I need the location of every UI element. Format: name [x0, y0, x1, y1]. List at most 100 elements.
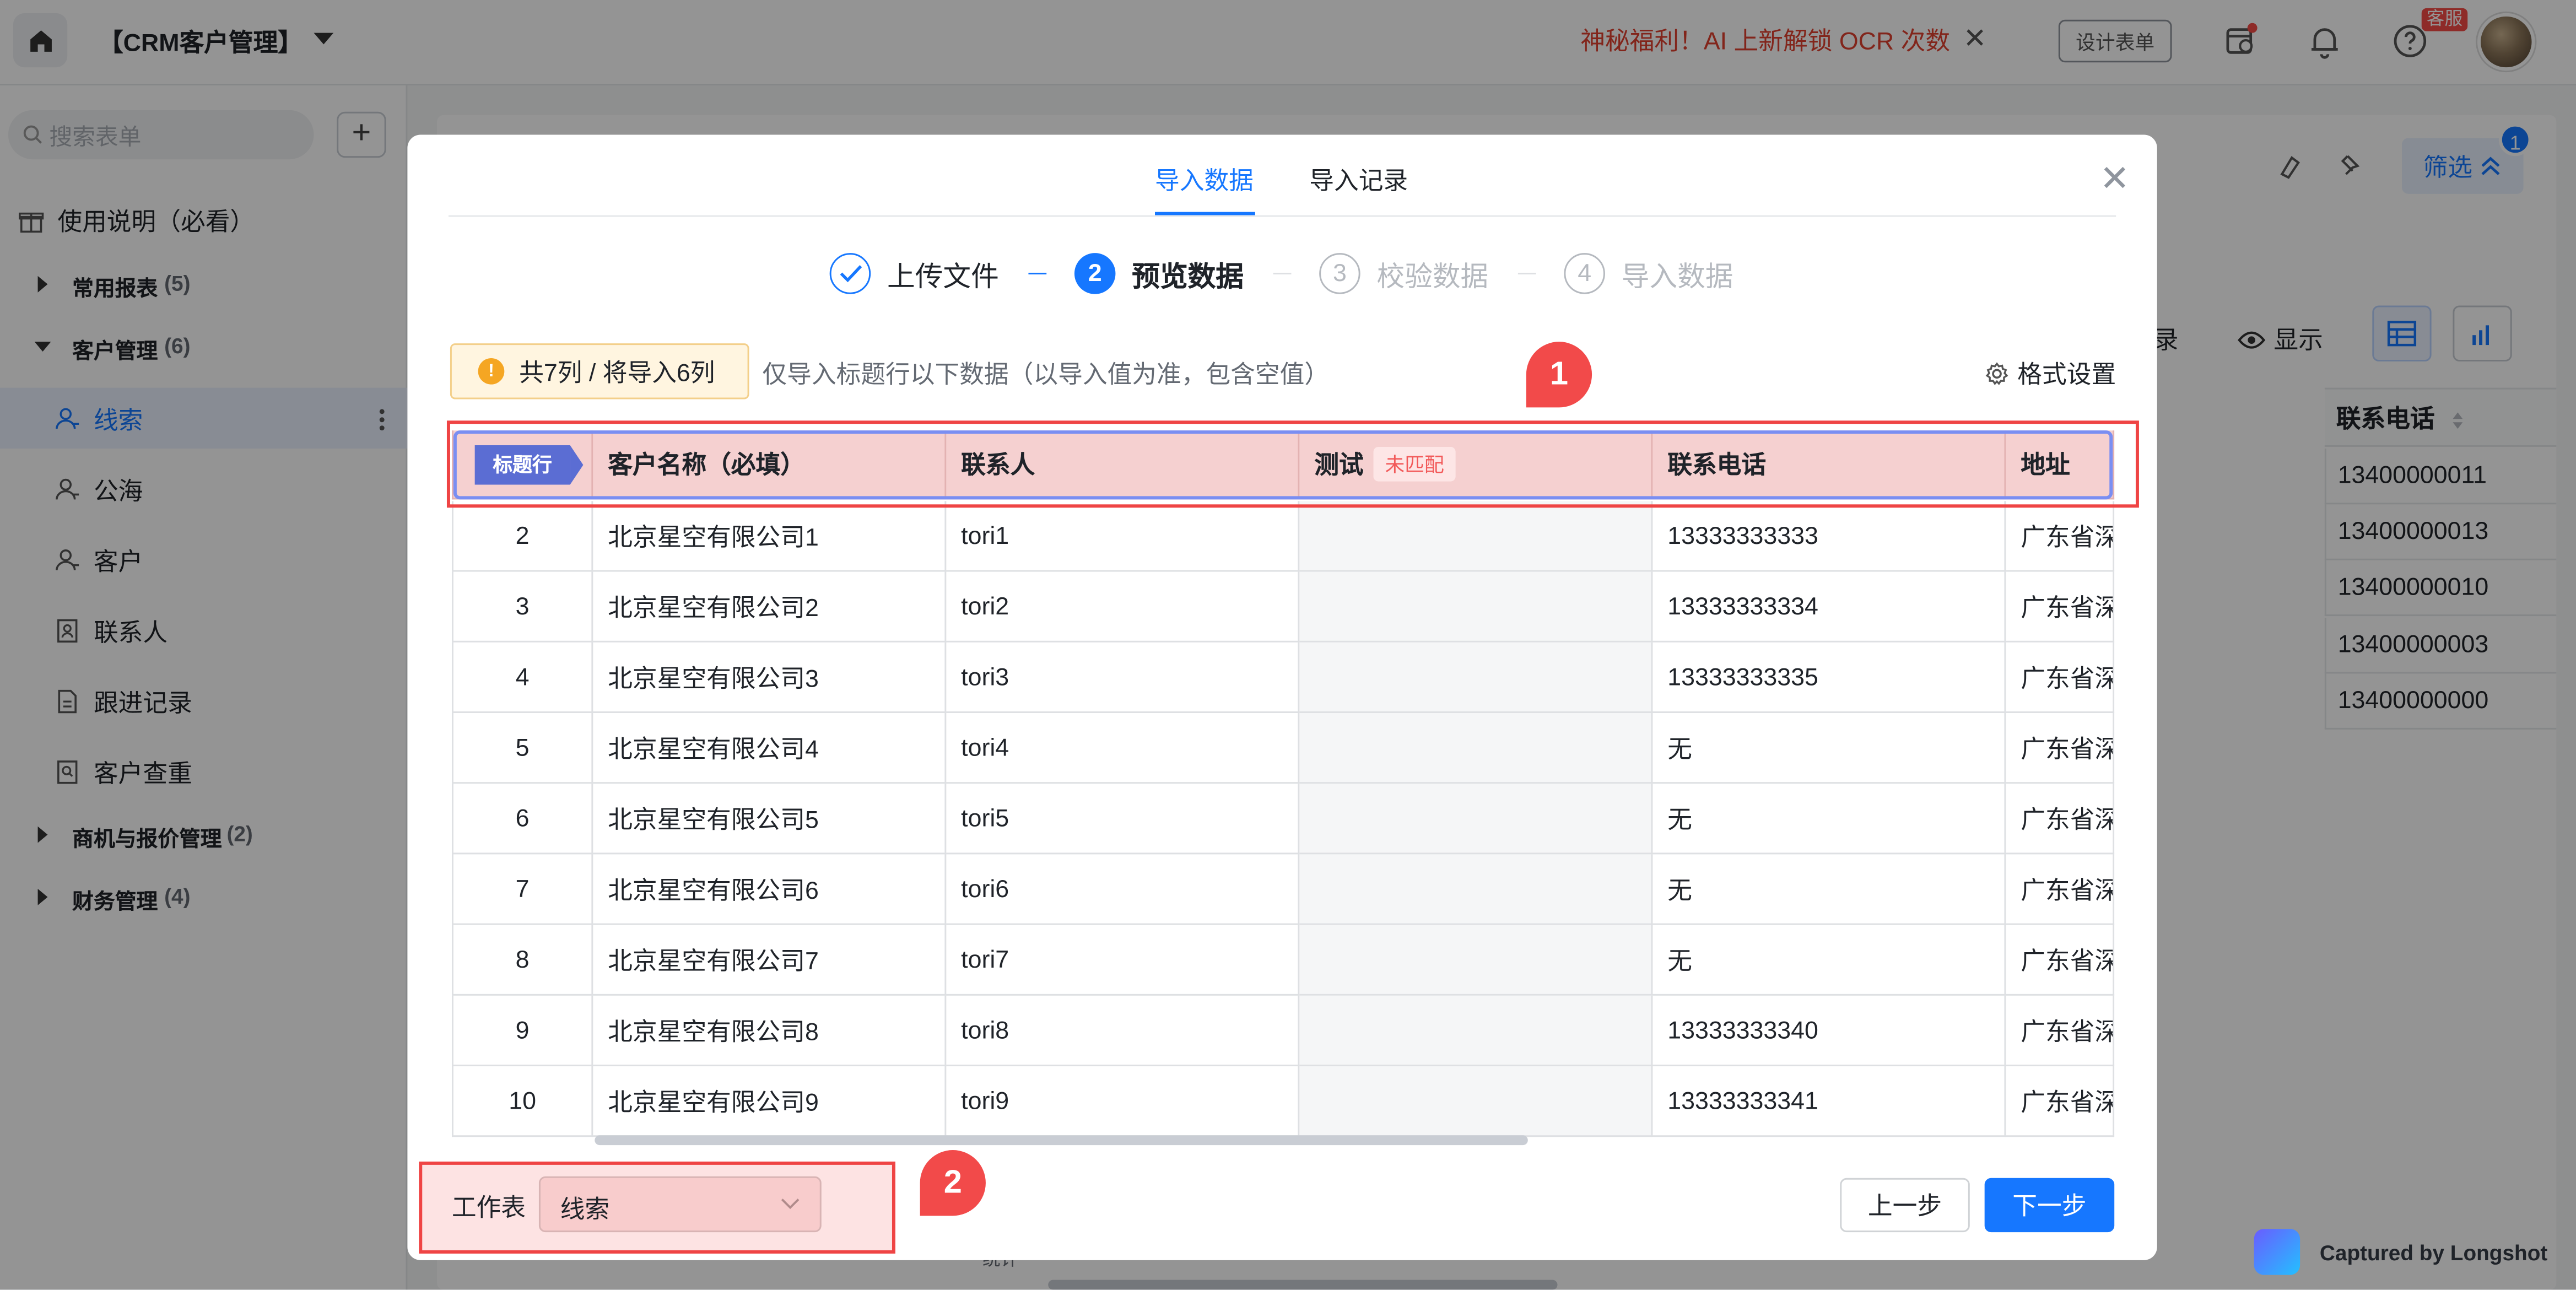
table-cell: tori7	[946, 925, 1300, 996]
footer-divider	[407, 1148, 2157, 1151]
tab-import-data[interactable]: 导入数据	[1155, 163, 1254, 197]
step-preview-data: 2 预览数据	[1074, 251, 1244, 294]
warning-icon: !	[478, 358, 505, 385]
step-label: 导入数据	[1621, 260, 1733, 292]
table-cell: 北京星空有限公司8	[593, 995, 947, 1066]
previous-step-button[interactable]: 上一步	[1840, 1178, 1970, 1233]
header-row-annotation-box	[446, 420, 2139, 508]
table-cell: 无	[1652, 925, 2006, 996]
table-cell: tori3	[946, 642, 1300, 713]
preview-table: 标题行 客户名称（必填） 联系人 测试 未匹配 联系电话 地址 2 北京星空有限公…	[451, 430, 2115, 1140]
format-settings-button[interactable]: 格式设置	[1985, 357, 2116, 391]
next-step-button[interactable]: 下一步	[1984, 1178, 2115, 1233]
table-cell: 广东省深	[2006, 501, 2115, 572]
row-number-cell: 10	[451, 1066, 593, 1137]
step-label: 上传文件	[887, 260, 999, 292]
table-cell: 13333333334	[1652, 571, 2006, 643]
row-number-cell: 3	[451, 571, 593, 643]
table-row: 4 北京星空有限公司3 tori3 13333333335 广东省深	[451, 642, 2115, 713]
table-cell: 13333333333	[1652, 501, 2006, 572]
table-cell: 广东省深	[2006, 713, 2115, 784]
table-row: 7 北京星空有限公司6 tori6 无广东省深	[451, 854, 2115, 925]
worksheet-selected-value: 线索	[560, 1196, 610, 1224]
table-cell	[1299, 995, 1653, 1066]
step-upload-file: 上传文件	[829, 251, 999, 294]
tabs-divider	[448, 215, 2116, 217]
table-row: 9 北京星空有限公司8 tori8 13333333340 广东省深	[451, 995, 2115, 1066]
chevron-down-icon	[781, 1199, 800, 1210]
table-cell: 北京星空有限公司1	[593, 501, 947, 572]
table-cell	[1299, 1066, 1653, 1137]
table-cell: 北京星空有限公司3	[593, 642, 947, 713]
horizontal-scrollbar[interactable]	[595, 1135, 1528, 1146]
table-cell	[1299, 501, 1653, 572]
annotation-marker-2: 2	[920, 1150, 986, 1216]
watermark-text: Captured by Longshot	[2319, 1239, 2548, 1265]
longshot-logo-icon	[2254, 1229, 2300, 1275]
table-cell: 13333333341	[1652, 1066, 2006, 1137]
row-number-cell: 5	[451, 713, 593, 784]
step-number: 3	[1319, 252, 1360, 294]
table-row: 10 北京星空有限公司9 tori9 13333333341 广东省深	[451, 1066, 2115, 1137]
row-number-cell: 8	[451, 925, 593, 996]
table-row: 2 北京星空有限公司1 tori1 13333333333 广东省深	[451, 501, 2115, 572]
table-cell: 广东省深	[2006, 784, 2115, 855]
table-cell: 广东省深	[2006, 1066, 2115, 1137]
table-cell: tori8	[946, 995, 1300, 1066]
row-number-cell: 4	[451, 642, 593, 713]
step-connector	[1028, 272, 1047, 274]
table-cell	[1299, 784, 1653, 855]
step-validate-data: 3 校验数据	[1319, 251, 1488, 294]
worksheet-label: 工作表	[451, 1194, 526, 1223]
row-number-cell: 6	[451, 784, 593, 855]
table-cell: tori1	[946, 501, 1300, 572]
table-cell: tori9	[946, 1066, 1300, 1137]
table-cell: 广东省深	[2006, 642, 2115, 713]
row-number-cell: 9	[451, 995, 593, 1066]
column-count-text: 共7列 / 将导入6列	[519, 359, 715, 387]
table-cell	[1299, 713, 1653, 784]
watermark: Captured by Longshot	[2254, 1229, 2548, 1275]
gear-icon	[1985, 362, 2008, 385]
table-cell: 广东省深	[2006, 995, 2115, 1066]
table-cell: 北京星空有限公司2	[593, 571, 947, 643]
row-number-cell: 2	[451, 501, 593, 572]
table-cell: 北京星空有限公司4	[593, 713, 947, 784]
table-row: 5 北京星空有限公司4 tori4 无广东省深	[451, 713, 2115, 784]
table-cell	[1299, 642, 1653, 713]
format-settings-label: 格式设置	[2017, 361, 2116, 390]
tab-import-records[interactable]: 导入记录	[1309, 163, 1408, 197]
app-root: 【CRM客户管理】 神秘福利！AI 上新解锁 OCR 次数 ✕ 设计表单 客服 …	[0, 0, 2576, 1290]
column-count-badge: ! 共7列 / 将导入6列	[450, 343, 749, 400]
table-cell	[1299, 854, 1653, 925]
step-label: 校验数据	[1376, 260, 1489, 292]
row-number-cell: 7	[451, 854, 593, 925]
step-number: 4	[1564, 252, 1605, 294]
table-cell: 广东省深	[2006, 854, 2115, 925]
table-cell: tori4	[946, 713, 1300, 784]
table-cell: 北京星空有限公司7	[593, 925, 947, 996]
step-label: 预览数据	[1132, 260, 1244, 292]
table-cell: 北京星空有限公司9	[593, 1066, 947, 1137]
check-icon	[829, 252, 871, 294]
worksheet-select[interactable]: 线索	[538, 1176, 822, 1233]
import-modal: 导入数据 导入记录 ✕ 上传文件 2 预览数据 3 校验数据 4 导入数据 ! …	[407, 134, 2157, 1260]
table-cell: 无	[1652, 713, 2006, 784]
table-cell: 北京星空有限公司5	[593, 784, 947, 855]
table-cell: tori5	[946, 784, 1300, 855]
step-number: 2	[1074, 252, 1116, 294]
table-cell: 无	[1652, 784, 2006, 855]
step-connector	[1517, 272, 1536, 274]
table-row: 3 北京星空有限公司2 tori2 13333333334 广东省深	[451, 571, 2115, 643]
close-icon[interactable]: ✕	[2099, 158, 2130, 201]
import-hint: 仅导入标题行以下数据（以导入值为准，包含空值）	[762, 361, 1330, 390]
annotation-marker-1: 1	[1526, 342, 1592, 408]
table-cell: 13333333340	[1652, 995, 2006, 1066]
table-row: 6 北京星空有限公司5 tori5 无广东省深	[451, 784, 2115, 855]
table-cell: 广东省深	[2006, 925, 2115, 996]
table-cell: 广东省深	[2006, 571, 2115, 643]
table-row: 8 北京星空有限公司7 tori7 无广东省深	[451, 925, 2115, 996]
table-cell: 北京星空有限公司6	[593, 854, 947, 925]
step-import-data: 4 导入数据	[1564, 251, 1733, 294]
table-cell	[1299, 925, 1653, 996]
